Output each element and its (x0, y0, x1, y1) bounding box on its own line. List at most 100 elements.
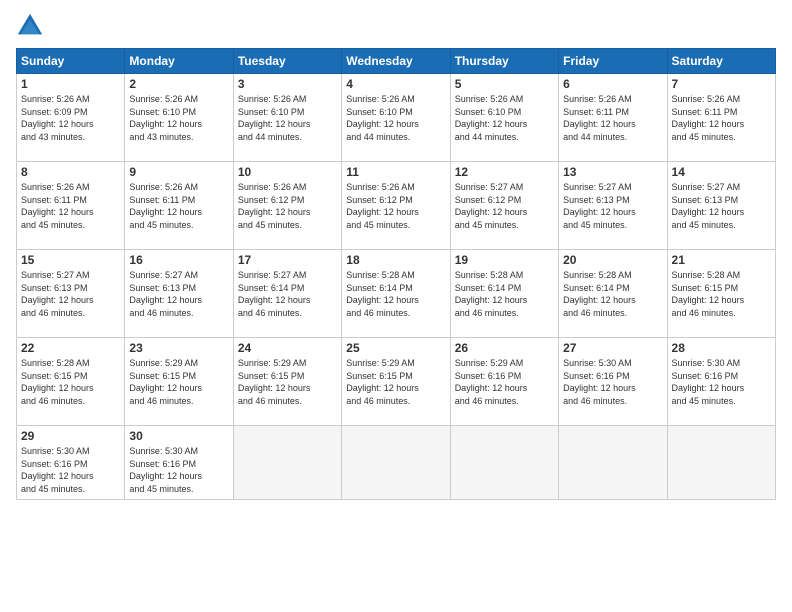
week-row-2: 8 Sunrise: 5:26 AMSunset: 6:11 PMDaylight… (17, 162, 776, 250)
day-cell: 6 Sunrise: 5:26 AMSunset: 6:11 PMDaylight… (559, 74, 667, 162)
col-header-thursday: Thursday (450, 49, 558, 74)
cell-info: Sunrise: 5:30 AMSunset: 6:16 PMDaylight:… (563, 358, 636, 406)
day-cell (667, 426, 775, 500)
day-cell: 16 Sunrise: 5:27 AMSunset: 6:13 PMDayligh… (125, 250, 233, 338)
cell-info: Sunrise: 5:29 AMSunset: 6:15 PMDaylight:… (238, 358, 311, 406)
day-number: 20 (563, 253, 662, 267)
day-cell: 7Sunrise: 5:26 AMSunset: 6:11 PMDaylight… (667, 74, 775, 162)
day-number: 19 (455, 253, 554, 267)
cell-info: Sunrise: 5:26 AMSunset: 6:10 PMDaylight:… (455, 94, 528, 142)
cell-info: Sunrise: 5:28 AMSunset: 6:14 PMDaylight:… (563, 270, 636, 318)
day-cell: 2Sunrise: 5:26 AMSunset: 6:10 PMDaylight… (125, 74, 233, 162)
day-number: 24 (238, 341, 337, 355)
cell-info: Sunrise: 5:29 AMSunset: 6:16 PMDaylight:… (455, 358, 528, 406)
week-row-4: 22 Sunrise: 5:28 AMSunset: 6:15 PMDayligh… (17, 338, 776, 426)
day-number: 27 (563, 341, 662, 355)
cell-info: Sunrise: 5:27 AMSunset: 6:13 PMDaylight:… (21, 270, 94, 318)
cell-info: Sunrise: 5:27 AMSunset: 6:14 PMDaylight:… (238, 270, 311, 318)
day-number: 23 (129, 341, 228, 355)
day-cell: 12Sunrise: 5:27 AMSunset: 6:12 PMDayligh… (450, 162, 558, 250)
day-number: 30 (129, 429, 228, 443)
day-cell: 1Sunrise: 5:26 AMSunset: 6:09 PMDaylight… (17, 74, 125, 162)
day-cell: 13Sunrise: 5:27 AMSunset: 6:13 PMDayligh… (559, 162, 667, 250)
cell-info: Sunrise: 5:26 AMSunset: 6:11 PMDaylight:… (563, 94, 636, 142)
day-number: 11 (346, 165, 445, 179)
cell-info: Sunrise: 5:27 AMSunset: 6:13 PMDaylight:… (672, 182, 745, 230)
day-cell: 11 Sunrise: 5:26 AMSunset: 6:12 PMDayligh… (342, 162, 450, 250)
col-header-monday: Monday (125, 49, 233, 74)
cell-info: Sunrise: 5:26 AMSunset: 6:10 PMDaylight:… (129, 94, 202, 142)
day-number: 6 (563, 77, 662, 91)
cell-info: Sunrise: 5:28 AMSunset: 6:14 PMDaylight:… (455, 270, 528, 318)
cell-info: Sunrise: 5:26 AMSunset: 6:09 PMDaylight:… (21, 94, 94, 142)
col-header-saturday: Saturday (667, 49, 775, 74)
calendar-table: SundayMondayTuesdayWednesdayThursdayFrid… (16, 48, 776, 500)
col-header-friday: Friday (559, 49, 667, 74)
cell-info: Sunrise: 5:26 AMSunset: 6:11 PMDaylight:… (21, 182, 94, 230)
week-row-5: 29 Sunrise: 5:30 AMSunset: 6:16 PMDayligh… (17, 426, 776, 500)
day-cell: 18 Sunrise: 5:28 AMSunset: 6:14 PMDayligh… (342, 250, 450, 338)
cell-info: Sunrise: 5:26 AMSunset: 6:10 PMDaylight:… (238, 94, 311, 142)
week-row-3: 15 Sunrise: 5:27 AMSunset: 6:13 PMDayligh… (17, 250, 776, 338)
day-number: 18 (346, 253, 445, 267)
day-number: 29 (21, 429, 120, 443)
day-cell (233, 426, 341, 500)
day-number: 28 (672, 341, 771, 355)
page: SundayMondayTuesdayWednesdayThursdayFrid… (0, 0, 792, 612)
day-cell (342, 426, 450, 500)
day-cell: 22 Sunrise: 5:28 AMSunset: 6:15 PMDayligh… (17, 338, 125, 426)
day-cell: 25Sunrise: 5:29 AMSunset: 6:15 PMDayligh… (342, 338, 450, 426)
day-cell: 19 Sunrise: 5:28 AMSunset: 6:14 PMDayligh… (450, 250, 558, 338)
col-header-tuesday: Tuesday (233, 49, 341, 74)
header-row: SundayMondayTuesdayWednesdayThursdayFrid… (17, 49, 776, 74)
day-number: 9 (129, 165, 228, 179)
cell-info: Sunrise: 5:30 AMSunset: 6:16 PMDaylight:… (21, 446, 94, 494)
cell-info: Sunrise: 5:27 AMSunset: 6:13 PMDaylight:… (129, 270, 202, 318)
day-cell: 20 Sunrise: 5:28 AMSunset: 6:14 PMDayligh… (559, 250, 667, 338)
day-cell: 17 Sunrise: 5:27 AMSunset: 6:14 PMDayligh… (233, 250, 341, 338)
day-cell: 24 Sunrise: 5:29 AMSunset: 6:15 PMDayligh… (233, 338, 341, 426)
day-cell: 23Sunrise: 5:29 AMSunset: 6:15 PMDayligh… (125, 338, 233, 426)
day-number: 7 (672, 77, 771, 91)
day-number: 15 (21, 253, 120, 267)
col-header-sunday: Sunday (17, 49, 125, 74)
day-number: 8 (21, 165, 120, 179)
cell-info: Sunrise: 5:26 AMSunset: 6:12 PMDaylight:… (346, 182, 419, 230)
day-number: 25 (346, 341, 445, 355)
header (16, 12, 776, 40)
cell-info: Sunrise: 5:30 AMSunset: 6:16 PMDaylight:… (129, 446, 202, 494)
col-header-wednesday: Wednesday (342, 49, 450, 74)
day-cell (559, 426, 667, 500)
day-cell: 9 Sunrise: 5:26 AMSunset: 6:11 PMDaylight… (125, 162, 233, 250)
day-cell: 3 Sunrise: 5:26 AMSunset: 6:10 PMDaylight… (233, 74, 341, 162)
day-number: 21 (672, 253, 771, 267)
cell-info: Sunrise: 5:30 AMSunset: 6:16 PMDaylight:… (672, 358, 745, 406)
day-cell: 21 Sunrise: 5:28 AMSunset: 6:15 PMDayligh… (667, 250, 775, 338)
day-number: 4 (346, 77, 445, 91)
week-row-1: 1Sunrise: 5:26 AMSunset: 6:09 PMDaylight… (17, 74, 776, 162)
day-cell: 15 Sunrise: 5:27 AMSunset: 6:13 PMDayligh… (17, 250, 125, 338)
cell-info: Sunrise: 5:28 AMSunset: 6:15 PMDaylight:… (672, 270, 745, 318)
day-number: 10 (238, 165, 337, 179)
day-number: 22 (21, 341, 120, 355)
day-cell: 10 Sunrise: 5:26 AMSunset: 6:12 PMDayligh… (233, 162, 341, 250)
day-cell: 26 Sunrise: 5:29 AMSunset: 6:16 PMDayligh… (450, 338, 558, 426)
day-number: 14 (672, 165, 771, 179)
cell-info: Sunrise: 5:27 AMSunset: 6:13 PMDaylight:… (563, 182, 636, 230)
cell-info: Sunrise: 5:28 AMSunset: 6:15 PMDaylight:… (21, 358, 94, 406)
logo-icon (16, 12, 44, 40)
cell-info: Sunrise: 5:27 AMSunset: 6:12 PMDaylight:… (455, 182, 528, 230)
day-number: 16 (129, 253, 228, 267)
cell-info: Sunrise: 5:26 AMSunset: 6:10 PMDaylight:… (346, 94, 419, 142)
cell-info: Sunrise: 5:26 AMSunset: 6:11 PMDaylight:… (129, 182, 202, 230)
day-number: 26 (455, 341, 554, 355)
day-number: 3 (238, 77, 337, 91)
day-cell: 5 Sunrise: 5:26 AMSunset: 6:10 PMDaylight… (450, 74, 558, 162)
cell-info: Sunrise: 5:28 AMSunset: 6:14 PMDaylight:… (346, 270, 419, 318)
day-cell: 14 Sunrise: 5:27 AMSunset: 6:13 PMDayligh… (667, 162, 775, 250)
day-number: 5 (455, 77, 554, 91)
cell-info: Sunrise: 5:26 AMSunset: 6:12 PMDaylight:… (238, 182, 311, 230)
day-number: 17 (238, 253, 337, 267)
day-cell: 29 Sunrise: 5:30 AMSunset: 6:16 PMDayligh… (17, 426, 125, 500)
day-cell: 4 Sunrise: 5:26 AMSunset: 6:10 PMDaylight… (342, 74, 450, 162)
